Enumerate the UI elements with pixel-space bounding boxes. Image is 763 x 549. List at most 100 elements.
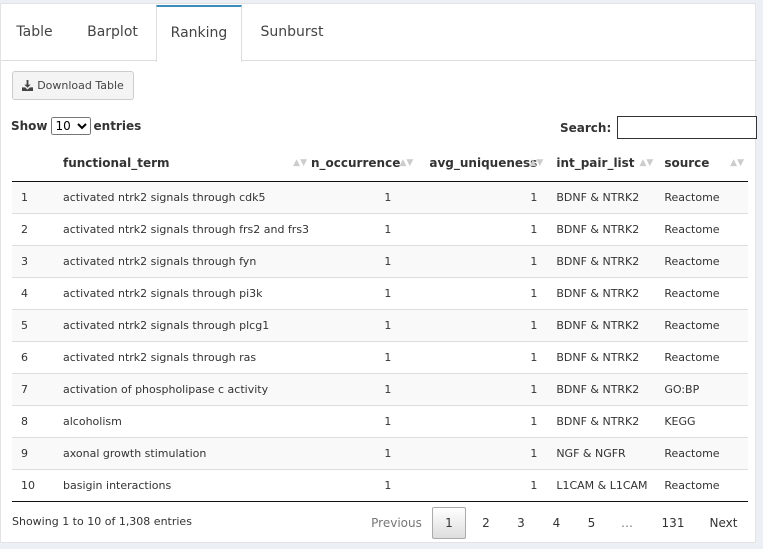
cell-n-occurrence: 1 bbox=[311, 436, 418, 469]
ranking-table: functional_term ▲▼ n_occurrence ▲▼ avg_u… bbox=[12, 146, 748, 502]
column-header-source[interactable]: source ▲▼ bbox=[657, 146, 748, 182]
cell-avg-uniqueness: 1 bbox=[417, 244, 548, 277]
page-length-control: Show 10 entries bbox=[11, 117, 141, 135]
table-body: 1 activated ntrk2 signals through cdk5 1 1 B… bbox=[12, 180, 748, 502]
cell-int-pair-list: BDNF & NTRK2 bbox=[547, 276, 658, 309]
table-row[interactable]: 8 alcoholism 1 1 BDNF & NTRK2 KEGG bbox=[12, 404, 748, 437]
cell-index: 5 bbox=[12, 308, 54, 341]
cell-avg-uniqueness: 1 bbox=[417, 436, 548, 469]
sort-icon: ▲▼ bbox=[529, 158, 544, 168]
sort-icon: ▲▼ bbox=[399, 158, 414, 168]
cell-index: 3 bbox=[12, 244, 54, 277]
column-header-functional-term[interactable]: functional_term ▲▼ bbox=[54, 146, 311, 182]
table-row[interactable]: 5 activated ntrk2 signals through plcg1 1 1… bbox=[12, 308, 748, 341]
cell-source: Reactome bbox=[657, 276, 748, 309]
index-column-header bbox=[12, 146, 54, 182]
pagination-page-2[interactable]: 2 bbox=[469, 507, 503, 539]
download-icon bbox=[22, 80, 34, 91]
cell-functional-term: alcoholism bbox=[54, 404, 311, 437]
column-label: int_pair_list bbox=[556, 156, 635, 171]
tab-bar: Table Barplot Ranking Sunburst bbox=[1, 4, 757, 62]
cell-index: 6 bbox=[12, 340, 54, 373]
cell-avg-uniqueness: 1 bbox=[417, 404, 548, 437]
pagination-page-131[interactable]: 131 bbox=[645, 507, 701, 539]
cell-index: 2 bbox=[12, 212, 54, 245]
show-prefix: Show bbox=[11, 119, 48, 133]
cell-avg-uniqueness: 1 bbox=[417, 276, 548, 309]
pagination-page-1[interactable]: 1 bbox=[432, 507, 466, 539]
cell-index: 1 bbox=[12, 180, 54, 213]
pagination-page-3[interactable]: 3 bbox=[503, 507, 539, 539]
table-row[interactable]: 6 activated ntrk2 signals through ras 1 1 BD… bbox=[12, 340, 748, 373]
sort-icon: ▲▼ bbox=[639, 158, 654, 168]
cell-source: GO:BP bbox=[657, 372, 748, 405]
table-row[interactable]: 10 basigin interactions 1 1 L1CAM & L1CAM Rea… bbox=[12, 468, 748, 502]
download-table-label: Download Table bbox=[37, 79, 124, 92]
table-row[interactable]: 3 activated ntrk2 signals through fyn 1 1 BD… bbox=[12, 244, 748, 277]
cell-index: 10 bbox=[12, 468, 54, 502]
cell-int-pair-list: BDNF & NTRK2 bbox=[547, 212, 658, 245]
table-row[interactable]: 1 activated ntrk2 signals through cdk5 1 1 B… bbox=[12, 180, 748, 213]
table-info: Showing 1 to 10 of 1,308 entries bbox=[12, 515, 192, 528]
cell-functional-term: basigin interactions bbox=[54, 468, 311, 502]
tab-ranking[interactable]: Ranking bbox=[156, 5, 242, 62]
cell-avg-uniqueness: 1 bbox=[417, 372, 548, 405]
cell-functional-term: activated ntrk2 signals through frs2 and… bbox=[54, 212, 311, 245]
page-length-select[interactable]: 10 bbox=[50, 117, 91, 135]
cell-n-occurrence: 1 bbox=[311, 468, 418, 502]
cell-n-occurrence: 1 bbox=[311, 340, 418, 373]
sort-icon: ▲▼ bbox=[730, 158, 744, 168]
column-header-avg-uniqueness[interactable]: avg_uniqueness ▲▼ bbox=[417, 146, 548, 182]
cell-int-pair-list: BDNF & NTRK2 bbox=[547, 372, 658, 405]
pagination-next[interactable]: Next bbox=[701, 507, 746, 539]
cell-functional-term: axonal growth stimulation bbox=[54, 436, 311, 469]
table-row[interactable]: 9 axonal growth stimulation 1 1 NGF & NGFR Re… bbox=[12, 436, 748, 469]
cell-functional-term: activated ntrk2 signals through ras bbox=[54, 340, 311, 373]
tab-barplot[interactable]: Barplot bbox=[68, 5, 157, 62]
cell-index: 4 bbox=[12, 276, 54, 309]
cell-avg-uniqueness: 1 bbox=[417, 180, 548, 213]
column-label: source bbox=[664, 156, 710, 171]
pagination: Previous 1 2 3 4 5 … 131 Next bbox=[361, 507, 746, 539]
cell-avg-uniqueness: 1 bbox=[417, 340, 548, 373]
column-header-n-occurrence[interactable]: n_occurrence ▲▼ bbox=[311, 146, 418, 182]
search-control: Search: bbox=[560, 116, 758, 139]
cell-int-pair-list: BDNF & NTRK2 bbox=[547, 244, 658, 277]
cell-int-pair-list: BDNF & NTRK2 bbox=[547, 404, 658, 437]
tab-table[interactable]: Table bbox=[1, 5, 68, 62]
cell-avg-uniqueness: 1 bbox=[417, 212, 548, 245]
table-header-row: functional_term ▲▼ n_occurrence ▲▼ avg_u… bbox=[12, 146, 748, 182]
pagination-previous[interactable]: Previous bbox=[361, 507, 432, 539]
cell-int-pair-list: BDNF & NTRK2 bbox=[547, 180, 658, 213]
cell-avg-uniqueness: 1 bbox=[417, 308, 548, 341]
sort-icon: ▲▼ bbox=[293, 158, 307, 168]
cell-source: Reactome bbox=[657, 340, 748, 373]
cell-source: KEGG bbox=[657, 404, 748, 437]
cell-source: Reactome bbox=[657, 180, 748, 213]
cell-avg-uniqueness: 1 bbox=[417, 468, 548, 502]
column-header-int-pair-list[interactable]: int_pair_list ▲▼ bbox=[547, 146, 658, 182]
pagination-ellipsis: … bbox=[621, 516, 633, 530]
table-row[interactable]: 4 activated ntrk2 signals through pi3k 1 1 B… bbox=[12, 276, 748, 309]
cell-n-occurrence: 1 bbox=[311, 212, 418, 245]
pagination-page-5[interactable]: 5 bbox=[574, 507, 609, 539]
pagination-page-4[interactable]: 4 bbox=[539, 507, 574, 539]
tab-sunburst[interactable]: Sunburst bbox=[242, 5, 342, 62]
cell-functional-term: activated ntrk2 signals through pi3k bbox=[54, 276, 311, 309]
cell-source: Reactome bbox=[657, 468, 748, 502]
cell-functional-term: activated ntrk2 signals through plcg1 bbox=[54, 308, 311, 341]
search-input[interactable] bbox=[617, 116, 758, 139]
cell-n-occurrence: 1 bbox=[311, 372, 418, 405]
download-table-button[interactable]: Download Table bbox=[12, 71, 134, 100]
cell-int-pair-list: NGF & NGFR bbox=[547, 436, 658, 469]
cell-n-occurrence: 1 bbox=[311, 404, 418, 437]
search-label: Search: bbox=[560, 120, 612, 135]
cell-index: 9 bbox=[12, 436, 54, 469]
cell-index: 7 bbox=[12, 372, 54, 405]
cell-source: Reactome bbox=[657, 212, 748, 245]
cell-int-pair-list: L1CAM & L1CAM bbox=[547, 468, 658, 502]
table-row[interactable]: 7 activation of phospholipase c activity 1… bbox=[12, 372, 748, 405]
ranking-panel: Table Barplot Ranking Sunburst Download … bbox=[0, 3, 758, 543]
table-row[interactable]: 2 activated ntrk2 signals through frs2 an… bbox=[12, 212, 748, 245]
cell-source: Reactome bbox=[657, 308, 748, 341]
